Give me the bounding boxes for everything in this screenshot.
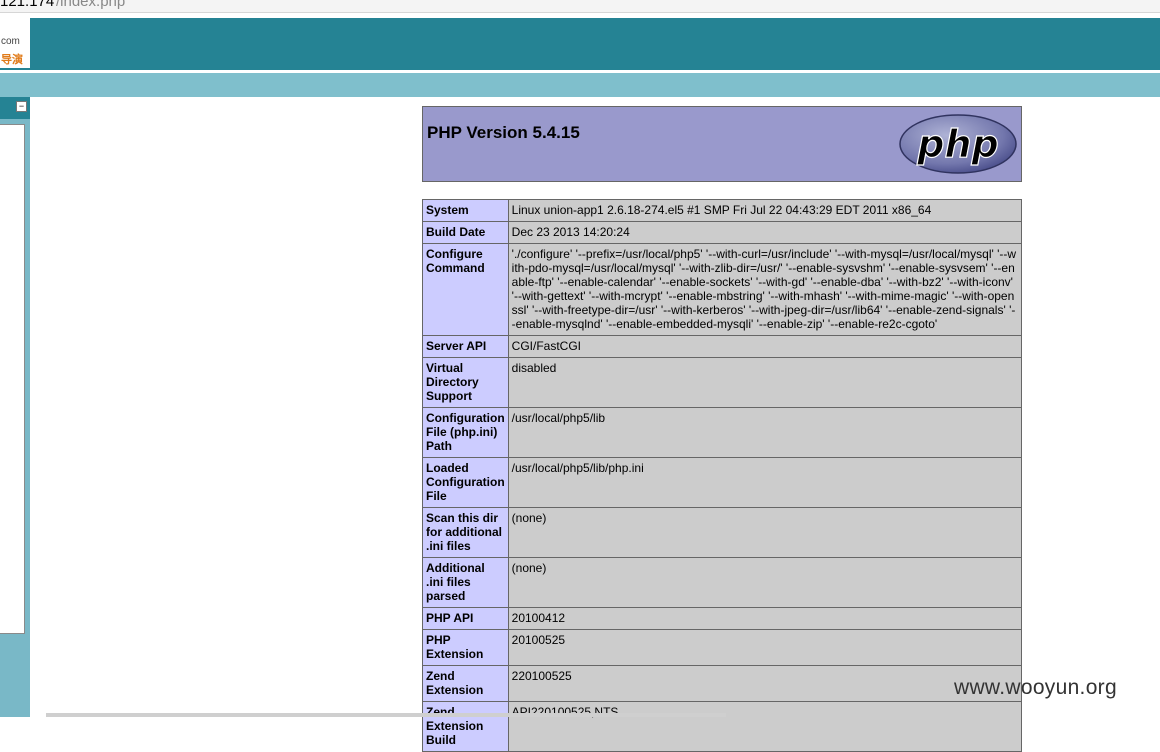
info-value: 220100525 <box>507 665 1023 702</box>
info-row: PHP Extension 20100525 <box>422 629 1023 666</box>
info-label: PHP Extension <box>422 629 509 666</box>
horizontal-scrollbar[interactable] <box>46 713 726 717</box>
info-label: Scan this dir for additional .ini files <box>422 507 509 558</box>
left-sidebar: − <box>0 97 30 717</box>
info-label: Loaded Configuration File <box>422 457 509 508</box>
info-label: Configuration File (php.ini) Path <box>422 407 509 458</box>
info-value: /usr/local/php5/lib <box>507 407 1023 458</box>
site-header <box>0 18 1160 70</box>
info-row: Loaded Configuration File/usr/local/php5… <box>422 457 1023 508</box>
watermark: www.wooyun.org <box>954 676 1117 699</box>
logo-line-2: 导演 <box>1 54 23 66</box>
site-logo[interactable]: com 导演 <box>0 18 30 68</box>
php-info-table: System Linux union-app1 2.6.18-274.el5 #1… <box>422 199 1023 752</box>
info-row: Scan this dir for additional .ini files(… <box>422 507 1023 558</box>
nav-strip <box>0 73 1160 97</box>
info-value: /usr/local/php5/lib/php.ini <box>507 457 1023 508</box>
info-value: './configure' '--prefix=/usr/local/php5'… <box>507 243 1023 336</box>
address-bar[interactable]: 121.174 /index.php <box>0 0 1160 13</box>
collapse-icon[interactable]: − <box>16 101 27 112</box>
info-value: 20100525 <box>507 629 1023 666</box>
php-logo-icon: php <box>899 114 1017 174</box>
info-value: (none) <box>507 507 1023 558</box>
logo-line-1: com <box>1 36 20 47</box>
info-row: Configuration File (php.ini) Path/usr/lo… <box>422 407 1023 458</box>
info-label: PHP API <box>422 607 509 630</box>
info-row: Zend Extension 220100525 <box>422 665 1023 702</box>
info-label: Server API <box>422 335 509 358</box>
info-row: Build Date Dec 23 2013 14:20:24 <box>422 221 1023 244</box>
info-value: CGI/FastCGI <box>507 335 1023 358</box>
info-value: (none) <box>507 557 1023 608</box>
info-value: Dec 23 2013 14:20:24 <box>507 221 1023 244</box>
address-host: 121.174 <box>0 0 55 10</box>
info-value: API220100525,NTS <box>507 701 1023 752</box>
info-row: System Linux union-app1 2.6.18-274.el5 #1… <box>422 199 1023 222</box>
php-version-title: PHP Version 5.4.15 <box>427 123 580 142</box>
info-row: Additional .ini files parsed (none) <box>422 557 1023 608</box>
sidebar-panel <box>0 124 25 634</box>
info-label: Build Date <box>422 221 509 244</box>
info-label: Additional .ini files parsed <box>422 557 509 608</box>
php-logo-text: php <box>916 122 998 166</box>
info-row: Virtual Directory Support disabled <box>422 357 1023 408</box>
info-label: Configure Command <box>422 243 509 336</box>
info-value: disabled <box>507 357 1023 408</box>
info-value: Linux union-app1 2.6.18-274.el5 #1 SMP F… <box>507 199 1023 222</box>
info-row: PHP API 20100412 <box>422 607 1023 630</box>
info-row: Zend Extension Build API220100525,NTS <box>422 701 1023 752</box>
address-path: /index.php <box>56 0 126 10</box>
info-row: Configure Command './configure' '--prefix… <box>422 243 1023 336</box>
info-label: Zend Extension <box>422 665 509 702</box>
info-label: Zend Extension Build <box>422 701 509 752</box>
info-value: 20100412 <box>507 607 1023 630</box>
php-version-header: PHP Version 5.4.15 php <box>422 106 1022 182</box>
info-row: Server API CGI/FastCGI <box>422 335 1023 358</box>
info-label: System <box>422 199 509 222</box>
sidebar-header: − <box>0 97 30 119</box>
info-label: Virtual Directory Support <box>422 357 509 408</box>
